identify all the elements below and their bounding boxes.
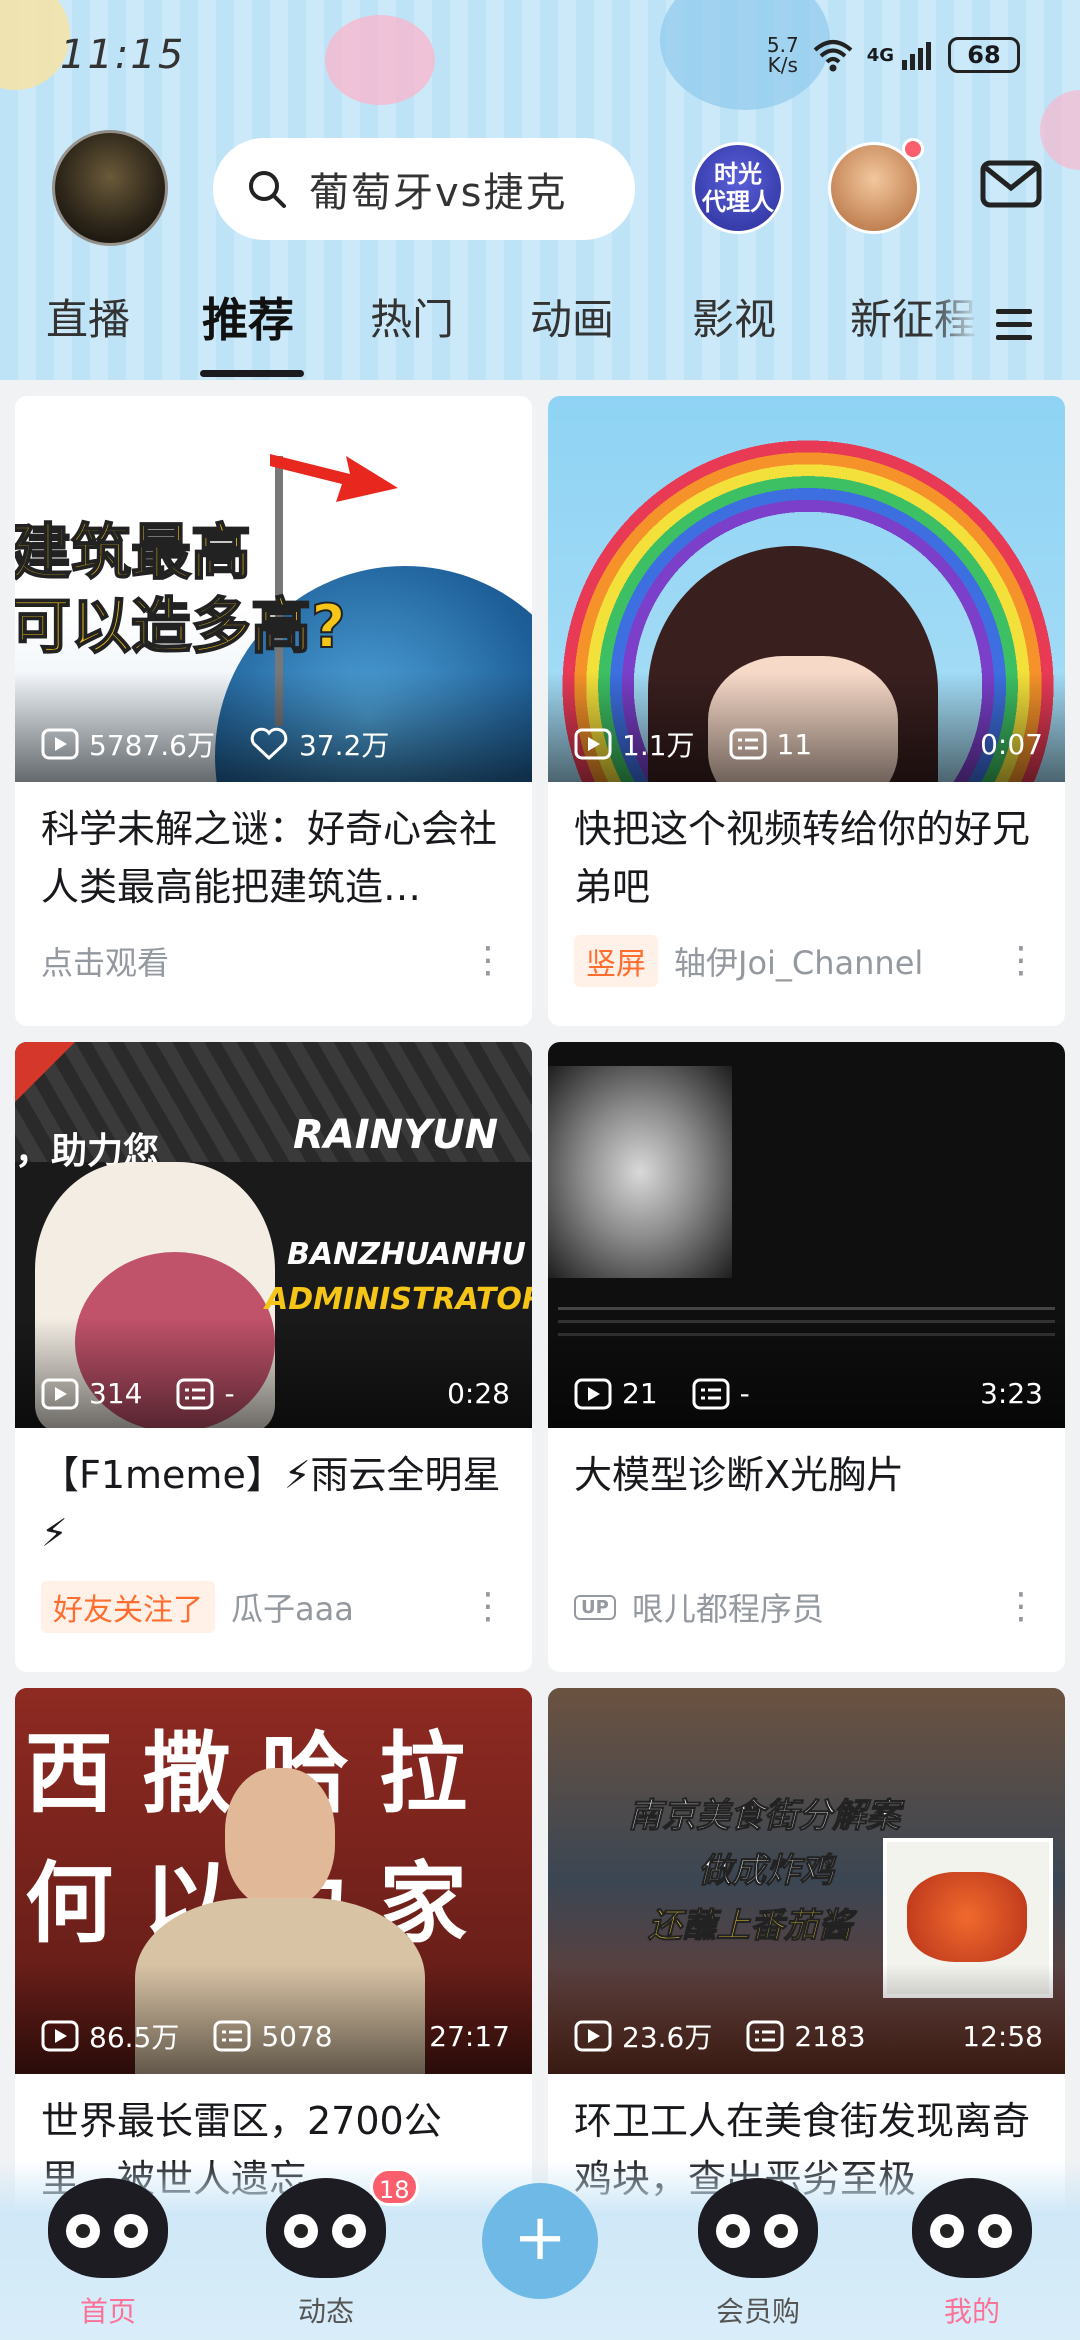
tab-live[interactable]: 直播 (46, 290, 130, 380)
friend-follow-tag: 好友关注了 (41, 1581, 215, 1633)
vertical-tag: 竖屏 (574, 935, 658, 987)
dynamic-badge: 18 (370, 2168, 419, 2206)
video-stats: 314 - 0:28 (41, 1377, 510, 1410)
card-footer: UP 哏儿都程序员 ⋮ (548, 1568, 1065, 1646)
search-bar[interactable]: 葡萄牙vs捷克 (213, 138, 635, 240)
video-thumbnail[interactable]: 西撒哈拉 何以为家 86.5万 5078 27:17 (15, 1688, 532, 2074)
danmaku-icon (692, 1378, 730, 1409)
video-stats: 5787.6万 37.2万 (41, 724, 510, 764)
play-icon (41, 1378, 79, 1409)
up-badge-icon: UP (574, 1594, 616, 1620)
menu-icon[interactable] (994, 305, 1034, 345)
tab-new-journey[interactable]: 新征程 (850, 290, 980, 380)
video-duration: 12:58 (962, 2019, 1043, 2053)
footer-text: 点击观看 (41, 944, 170, 982)
more-options-icon[interactable]: ⋮ (470, 943, 506, 979)
publish-button[interactable]: + (482, 2183, 598, 2299)
tab-hot[interactable]: 热门 (370, 290, 454, 380)
more-options-icon[interactable]: ⋮ (1003, 943, 1039, 979)
video-card[interactable]: 21 - 3:23 大模型诊断X光胸片 UP 哏儿都程序员 ⋮ (548, 1042, 1065, 1672)
dynamic-cat-icon[interactable] (266, 2178, 386, 2278)
search-icon (249, 171, 286, 208)
danmaku-icon (746, 2020, 784, 2052)
play-icon (574, 728, 612, 760)
video-thumbnail[interactable]: ，助力您 RAINYUN BANZHUANHU ADMINISTRATOR 31… (15, 1042, 532, 1428)
video-stats: 23.6万 2183 12:58 (574, 2016, 1043, 2056)
play-icon (41, 2020, 79, 2052)
net-speed: 5.7 K/s (766, 33, 799, 77)
heart-icon (250, 727, 288, 761)
video-title[interactable]: 科学未解之谜：好奇心会社 人类最高能把建筑造… (15, 782, 532, 922)
top-header: 11:15 5.7 K/s 4G 68 葡萄牙vs捷克 时光 代理人 直播 推荐… (0, 0, 1080, 380)
network-type: 4G (866, 45, 894, 66)
thumbnail-caption: RAINYUN (293, 1112, 499, 1158)
video-stats: 86.5万 5078 27:17 (41, 2016, 510, 2056)
card-footer: 竖屏 轴伊Joi_Channel ⋮ (548, 922, 1065, 1000)
video-title[interactable]: 大模型诊断X光胸片 (548, 1428, 1065, 1568)
clock: 11:15 (60, 32, 186, 78)
mail-icon[interactable] (980, 160, 1042, 208)
thumbnail-caption: 南京美食街分解案 (628, 1796, 901, 1837)
presenter-image (225, 1768, 335, 1908)
danmaku-icon (729, 728, 767, 760)
more-options-icon[interactable]: ⋮ (470, 1589, 506, 1625)
battery-indicator: 68 (948, 37, 1020, 73)
red-arrow-icon (270, 454, 398, 502)
notification-dot (902, 138, 924, 160)
nav-vip-shop[interactable]: 会员购 (698, 2290, 818, 2330)
video-duration: 0:07 (980, 727, 1043, 761)
card-footer: 点击观看 ⋮ (15, 922, 532, 1000)
uploader-name[interactable]: 哏儿都程序员 (632, 1584, 824, 1630)
uploader-name[interactable]: 瓜子aaa (231, 1584, 354, 1630)
xray-image (548, 1066, 732, 1278)
play-icon (574, 1378, 612, 1409)
signal-icon (902, 42, 931, 70)
video-duration: 0:28 (447, 1377, 510, 1410)
home-cat-icon[interactable] (48, 2178, 168, 2278)
video-thumbnail[interactable]: 21 - 3:23 (548, 1042, 1065, 1428)
tab-recommend[interactable]: 推荐 (202, 290, 294, 380)
video-card[interactable]: 1.1万 11 0:07 快把这个视频转给你的好兄弟吧 竖屏 轴伊Joi_Cha… (548, 396, 1065, 1026)
video-thumbnail[interactable]: 建筑最高 可以造多高? 5787.6万 37.2万 (15, 396, 532, 782)
mine-cat-icon[interactable] (912, 2178, 1032, 2278)
video-title[interactable]: 【F1meme】⚡雨云全明星⚡ (15, 1428, 532, 1568)
video-title[interactable]: 快把这个视频转给你的好兄弟吧 (548, 782, 1065, 922)
video-thumbnail[interactable]: 南京美食街分解案 做成炸鸡 还蘸上番茄酱 23.6万 2183 12:58 (548, 1688, 1065, 2074)
video-card[interactable]: 建筑最高 可以造多高? 5787.6万 37.2万 科学未解之谜：好奇心会社 人… (15, 396, 532, 1026)
danmaku-icon (176, 1378, 214, 1409)
vip-cat-icon[interactable] (698, 2178, 818, 2278)
status-bar: 11:15 5.7 K/s 4G 68 (0, 0, 1080, 110)
video-thumbnail[interactable]: 1.1万 11 0:07 (548, 396, 1065, 782)
tab-anime[interactable]: 动画 (530, 290, 614, 380)
video-duration: 27:17 (429, 2019, 510, 2053)
wifi-icon (813, 40, 853, 72)
guide-badge[interactable]: 时光 代理人 (692, 142, 784, 234)
more-options-icon[interactable]: ⋮ (1003, 1589, 1039, 1625)
active-tab-indicator (200, 370, 304, 377)
video-card[interactable]: ，助力您 RAINYUN BANZHUANHU ADMINISTRATOR 31… (15, 1042, 532, 1672)
video-stats: 1.1万 11 0:07 (574, 724, 1043, 764)
uploader-name[interactable]: 轴伊Joi_Channel (674, 938, 923, 984)
danmaku-icon (213, 2020, 251, 2052)
play-icon (41, 728, 79, 760)
search-placeholder: 葡萄牙vs捷克 (309, 170, 568, 216)
play-icon (574, 2020, 612, 2052)
video-duration: 3:23 (980, 1377, 1043, 1410)
user-avatar[interactable] (52, 130, 168, 246)
thumbnail-caption: 建筑最高 可以造多高? (15, 517, 347, 663)
nav-home[interactable]: 首页 (48, 2290, 168, 2330)
nav-mine[interactable]: 我的 (912, 2290, 1032, 2330)
tab-film[interactable]: 影视 (692, 290, 776, 380)
card-footer: 好友关注了 瓜子aaa ⋮ (15, 1568, 532, 1646)
category-tabs: 直播 推荐 热门 动画 影视 新征程 (0, 290, 1080, 380)
nav-dynamic[interactable]: 动态 (266, 2290, 386, 2330)
video-stats: 21 - 3:23 (574, 1377, 1043, 1410)
